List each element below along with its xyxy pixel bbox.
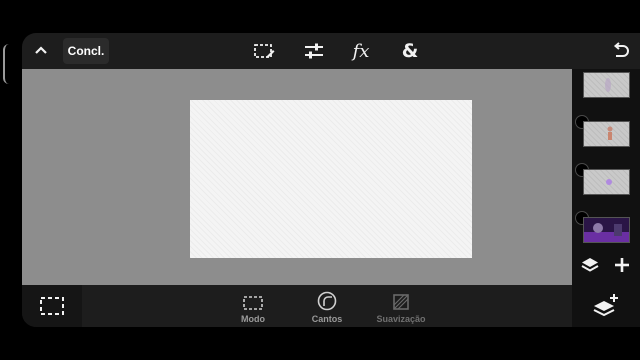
canvas-area[interactable]: [22, 69, 572, 285]
corners-button[interactable]: Cantos: [292, 285, 362, 327]
adjust-tool-button[interactable]: [300, 33, 328, 69]
feather-square-icon: [393, 294, 409, 310]
layer-thumbnail[interactable]: [583, 217, 630, 243]
dashed-rectangle-icon: [243, 296, 263, 310]
layer-thumbnail[interactable]: [583, 72, 630, 98]
layers-button[interactable]: [578, 253, 602, 277]
layer-thumbnail[interactable]: [583, 169, 630, 195]
undo-button[interactable]: [608, 33, 634, 69]
layers-icon: [581, 258, 599, 272]
collapse-button[interactable]: [28, 33, 54, 69]
done-button[interactable]: Concl.: [63, 38, 109, 64]
bottom-toolbar: Modo Cantos Suavização: [22, 285, 572, 327]
purple-scene-icon: [584, 218, 629, 242]
image-canvas[interactable]: [190, 100, 472, 258]
add-layer-button[interactable]: [588, 289, 624, 323]
effects-tool-button[interactable]: fx: [347, 33, 375, 69]
app-window: Concl. fx & Modo Cantos Suavização: [22, 33, 640, 327]
feather-button[interactable]: Suavização: [366, 285, 436, 327]
selection-tool-button[interactable]: [22, 285, 82, 327]
blend-tool-button[interactable]: &: [396, 33, 424, 69]
mode-label: Modo: [241, 314, 265, 324]
device-bezel-edge: [3, 44, 10, 84]
purple-dot-icon: [606, 179, 612, 185]
layer-thumbnail[interactable]: [583, 121, 630, 147]
dashed-rectangle-icon: [40, 297, 64, 315]
undo-icon: [613, 42, 629, 57]
rounded-corner-icon: [317, 291, 337, 311]
plus-icon: [615, 258, 629, 272]
dashed-selection-edit-icon: [254, 44, 275, 58]
feather-label: Suavização: [376, 314, 426, 324]
pink-figure-icon: [607, 126, 613, 140]
select-tool-button[interactable]: [250, 33, 278, 69]
layers-panel: [572, 69, 640, 327]
top-toolbar: Concl. fx &: [22, 33, 640, 69]
mode-button[interactable]: Modo: [218, 285, 288, 327]
pale-figure-icon: [605, 78, 611, 92]
corners-label: Cantos: [311, 314, 343, 324]
sliders-icon: [305, 43, 323, 59]
add-layer-icon: [593, 294, 618, 317]
add-button[interactable]: [610, 253, 634, 277]
chevron-up-icon: [35, 46, 47, 54]
